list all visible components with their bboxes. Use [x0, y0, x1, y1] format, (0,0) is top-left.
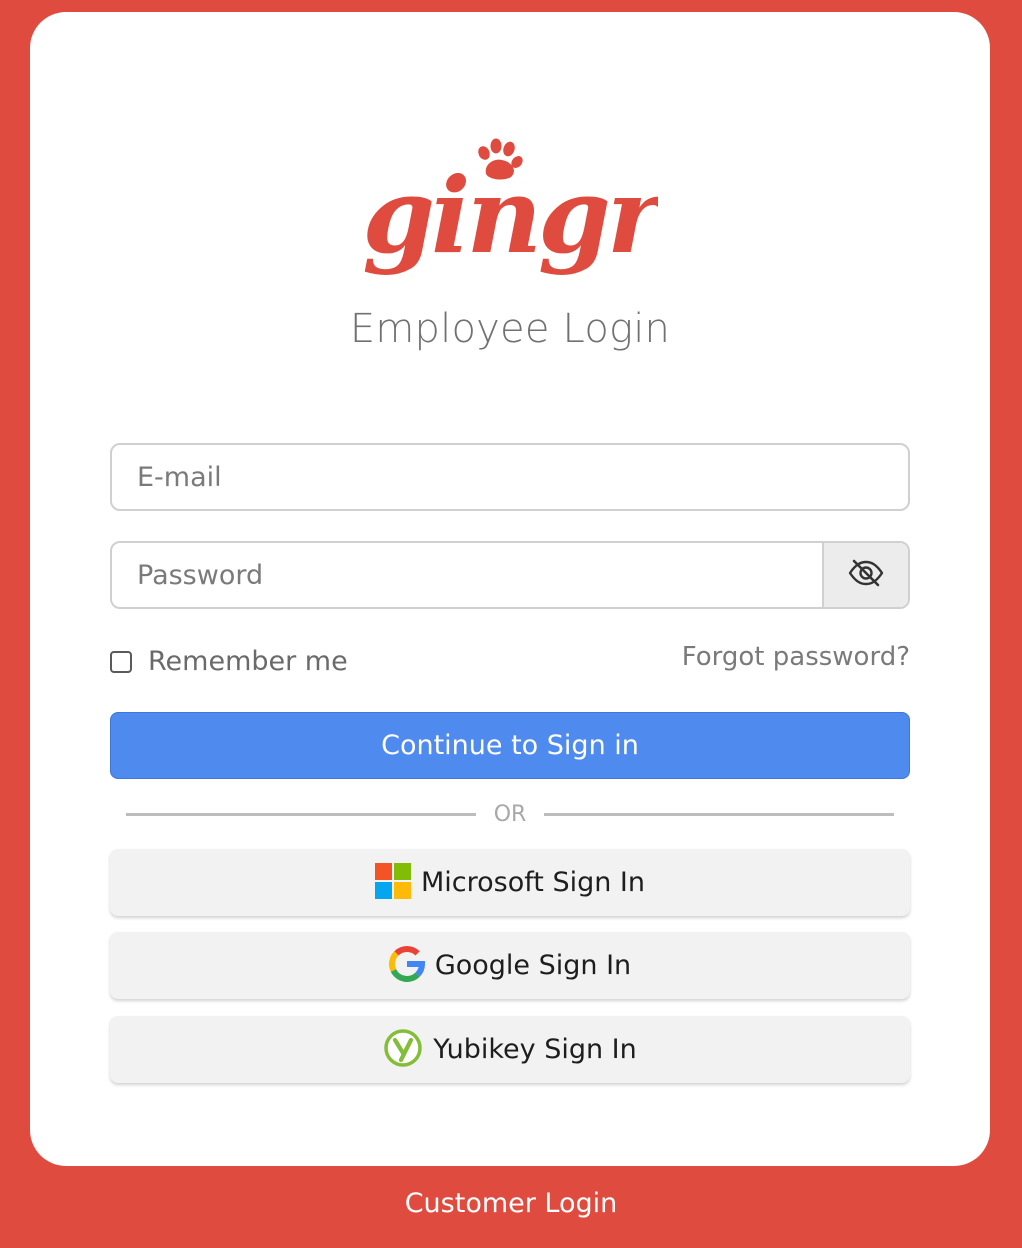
microsoft-logo-icon	[374, 862, 411, 903]
customer-login-link[interactable]: Customer Login	[0, 1188, 1022, 1219]
or-divider: OR	[126, 800, 895, 828]
yubikey-sign-in-button[interactable]: Yubikey Sign In	[110, 1016, 910, 1083]
gingr-logo: gingr	[362, 124, 673, 284]
logo-wordmark: gingr	[362, 154, 658, 277]
yubikey-sign-in-label: Yubikey Sign In	[433, 1034, 637, 1065]
divider-line-left	[126, 812, 476, 816]
password-field-wrapper	[110, 541, 910, 609]
microsoft-sign-in-label: Microsoft Sign In	[420, 867, 645, 898]
page-title: Employee Login	[349, 306, 671, 352]
google-logo-icon	[388, 945, 425, 986]
email-field[interactable]	[112, 445, 908, 509]
toggle-password-visibility-button[interactable]	[822, 543, 908, 607]
login-card: gingr Employee Login Remember me Forgot …	[30, 12, 990, 1166]
continue-sign-in-button[interactable]: Continue to Sign in	[110, 712, 910, 779]
forgot-password-link[interactable]: Forgot password?	[682, 642, 910, 672]
or-label: OR	[493, 801, 527, 827]
password-field[interactable]	[112, 543, 822, 607]
yubikey-logo-icon	[383, 1028, 423, 1072]
eye-slash-icon	[848, 559, 884, 591]
google-sign-in-button[interactable]: Google Sign In	[110, 932, 910, 999]
remember-me-checkbox[interactable]: Remember me	[110, 646, 348, 677]
email-field-wrapper	[110, 443, 910, 511]
divider-line-right	[544, 812, 895, 816]
checkbox-box[interactable]	[110, 650, 132, 673]
remember-me-label: Remember me	[148, 646, 348, 677]
google-sign-in-label: Google Sign In	[434, 950, 632, 981]
microsoft-sign-in-button[interactable]: Microsoft Sign In	[110, 849, 910, 916]
